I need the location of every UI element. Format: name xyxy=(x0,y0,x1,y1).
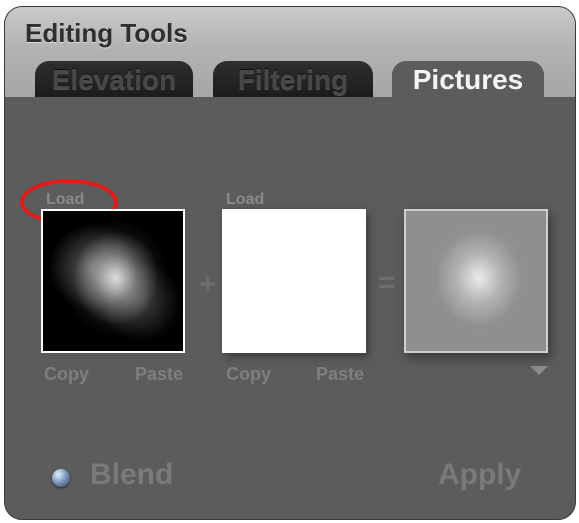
source-picture-2[interactable] xyxy=(222,209,366,353)
equals-symbol: = xyxy=(378,266,396,299)
result-picture xyxy=(404,209,548,353)
apply-button[interactable]: Apply xyxy=(438,458,521,492)
paste-button-2[interactable]: Paste xyxy=(316,364,364,385)
tab-pictures[interactable]: Pictures xyxy=(392,61,544,99)
panel-header: Editing Tools Elevation Filtering Pictur… xyxy=(5,7,575,99)
load-button-2[interactable]: Load xyxy=(226,191,264,209)
panel-title: Editing Tools xyxy=(25,18,188,48)
paste-button-1[interactable]: Paste xyxy=(135,364,183,385)
copy-button-2[interactable]: Copy xyxy=(226,364,271,385)
source-picture-1[interactable] xyxy=(41,209,185,353)
tab-elevation[interactable]: Elevation xyxy=(35,61,193,97)
blend-label[interactable]: Blend xyxy=(90,458,173,492)
copy-button-1[interactable]: Copy xyxy=(44,364,89,385)
plus-symbol: + xyxy=(199,268,217,301)
radio-button-icon[interactable] xyxy=(52,469,70,487)
dropdown-arrow-icon[interactable] xyxy=(530,366,548,375)
tab-filtering[interactable]: Filtering xyxy=(213,61,373,97)
